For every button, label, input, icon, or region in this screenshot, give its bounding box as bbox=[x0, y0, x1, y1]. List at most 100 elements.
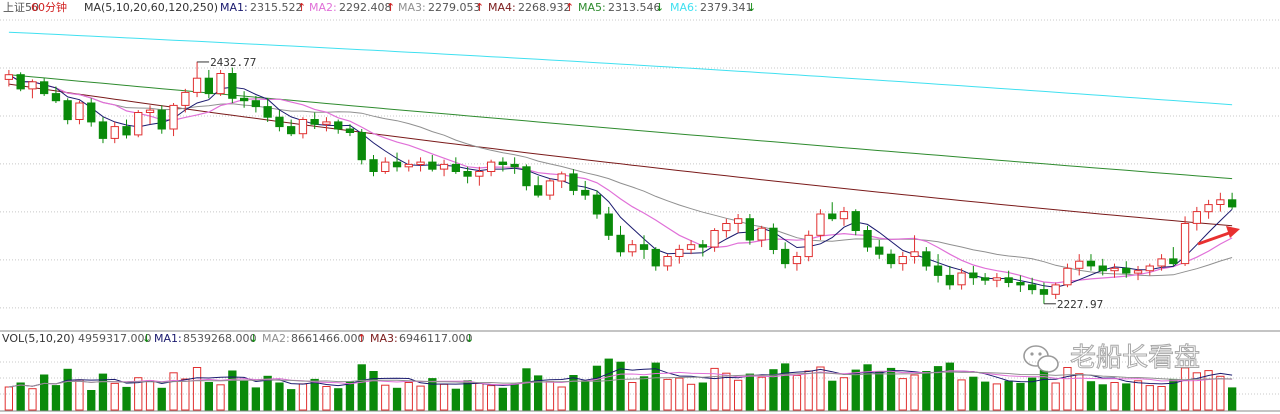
candle-body bbox=[651, 248, 660, 267]
volume-bar bbox=[240, 380, 249, 411]
candle-body bbox=[616, 234, 625, 253]
high-annotation: 2432.77 bbox=[197, 56, 256, 69]
candle-body bbox=[1004, 277, 1013, 283]
candle-body bbox=[451, 163, 461, 172]
legend-ma-params: MA(5,10,20,60,120,250) bbox=[84, 1, 218, 14]
legend-ma2-value: 2292.408 bbox=[339, 1, 392, 14]
candle-body bbox=[1039, 289, 1049, 295]
volume-bar bbox=[581, 380, 590, 411]
volume-bar bbox=[1098, 384, 1107, 411]
candle-body bbox=[322, 121, 331, 125]
candle-body bbox=[851, 211, 860, 232]
candle-body bbox=[204, 77, 213, 95]
candle-body bbox=[1122, 267, 1131, 274]
vol-ma1-arrow: ↓ bbox=[249, 332, 258, 345]
volume-bar bbox=[957, 379, 966, 411]
candle-body bbox=[169, 104, 178, 130]
volume-bar bbox=[1122, 383, 1131, 411]
candle-body bbox=[663, 256, 672, 267]
volume-bar bbox=[722, 372, 731, 411]
candle-body bbox=[886, 253, 896, 265]
candle-body bbox=[416, 161, 425, 166]
volume-bar bbox=[510, 383, 519, 411]
candle-body bbox=[51, 93, 61, 102]
candle-body bbox=[181, 91, 190, 106]
legend-ma6-value: 2379.341 bbox=[700, 1, 753, 14]
candle-body bbox=[98, 121, 108, 139]
candle-body bbox=[710, 230, 719, 248]
candle-body bbox=[87, 102, 96, 123]
candle-body bbox=[28, 81, 37, 90]
candle-body bbox=[734, 218, 743, 224]
volume-bar bbox=[945, 362, 955, 411]
volume-bar bbox=[87, 390, 96, 411]
candle-body bbox=[134, 112, 143, 136]
candle-body bbox=[63, 100, 72, 121]
candle-body bbox=[16, 74, 25, 90]
candle-body bbox=[145, 109, 155, 113]
watermark-text: 老船长看盘 bbox=[1070, 343, 1200, 373]
candle-body bbox=[287, 126, 296, 135]
volume-bar bbox=[828, 380, 837, 411]
candle-body bbox=[110, 126, 119, 139]
volume-legend: VOL(5,10,20) 4959317.000 ↓ MA1: 8539268.… bbox=[2, 332, 474, 345]
volume-bar bbox=[392, 387, 402, 411]
volume-bar bbox=[1145, 385, 1154, 411]
legend-ma5-value: 2313.546 bbox=[608, 1, 661, 14]
volume-bar bbox=[1110, 382, 1119, 411]
legend-ma1-arrow: ↑ bbox=[297, 1, 306, 14]
candle-body bbox=[534, 185, 543, 196]
candle-body bbox=[1051, 284, 1060, 295]
volume-bar bbox=[734, 379, 743, 411]
volume-bar bbox=[851, 369, 860, 411]
volume-bar bbox=[910, 374, 919, 411]
volume-bar bbox=[886, 367, 896, 411]
candle-body bbox=[804, 234, 813, 258]
volume-bar bbox=[263, 375, 272, 411]
volume-bar bbox=[781, 363, 790, 411]
volume-bar bbox=[557, 386, 566, 411]
candle-body bbox=[1204, 204, 1213, 213]
candle-body bbox=[216, 73, 225, 95]
candle-body bbox=[686, 244, 696, 250]
volume-bar bbox=[663, 378, 672, 411]
candle-body bbox=[1016, 282, 1025, 286]
volume-bar bbox=[804, 370, 813, 411]
candle-body bbox=[428, 161, 437, 170]
candle-body bbox=[1157, 258, 1166, 267]
volume-bar bbox=[310, 378, 319, 411]
candle-body bbox=[781, 248, 790, 265]
candle-body bbox=[933, 265, 943, 276]
candle-body bbox=[1063, 267, 1072, 286]
candle-body bbox=[1192, 211, 1201, 224]
candle-body bbox=[263, 106, 272, 118]
volume-bar bbox=[463, 380, 472, 411]
candle-body bbox=[4, 74, 13, 80]
volume-bar bbox=[169, 372, 178, 411]
volume-bar bbox=[4, 386, 13, 411]
candle-body bbox=[628, 244, 637, 253]
candle-body bbox=[1216, 199, 1225, 206]
candle-body bbox=[569, 173, 578, 191]
volume-bar bbox=[1051, 382, 1060, 411]
vol-ma3-arrow: ↓ bbox=[465, 332, 474, 345]
volume-bar bbox=[1016, 382, 1025, 411]
volume-bar bbox=[1004, 380, 1013, 411]
volume-bar bbox=[298, 383, 308, 411]
watermark: 老船长看盘 bbox=[1023, 343, 1201, 374]
volume-bar bbox=[216, 384, 225, 411]
price-grid bbox=[0, 19, 1280, 332]
volume-bar bbox=[1075, 373, 1084, 411]
candle-body bbox=[898, 256, 907, 265]
volume-bar bbox=[357, 364, 366, 411]
volume-bar bbox=[192, 367, 202, 411]
volume-bar bbox=[157, 387, 166, 411]
candle-body bbox=[875, 246, 884, 255]
volume-bar bbox=[710, 367, 719, 411]
volume-bar bbox=[1157, 386, 1166, 411]
vol-ma2-value: 8661466.000 bbox=[291, 332, 364, 345]
candle-body bbox=[957, 272, 966, 286]
vol-legend-arrow: ↓ bbox=[142, 332, 151, 345]
vol-ma1-value: 8539268.000 bbox=[183, 332, 256, 345]
legend-ma3-value: 2279.053 bbox=[428, 1, 481, 14]
